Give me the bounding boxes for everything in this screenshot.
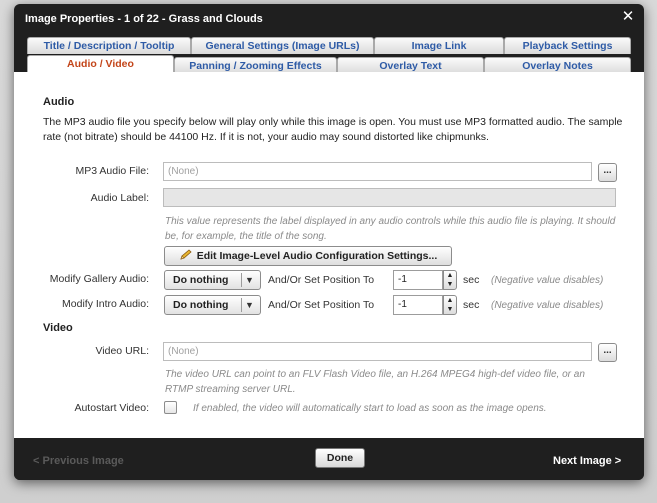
tab-label: Panning / Zooming Effects bbox=[189, 60, 322, 72]
autostart-video-checkbox[interactable] bbox=[164, 401, 177, 414]
video-url-label: Video URL: bbox=[95, 345, 149, 357]
edit-audio-config-label: Edit Image-Level Audio Configuration Set… bbox=[196, 250, 438, 262]
tab-label: Audio / Video bbox=[67, 58, 134, 70]
done-button[interactable]: Done bbox=[315, 448, 365, 468]
select-separator bbox=[241, 273, 242, 287]
arrow-up-icon[interactable]: ▲ bbox=[444, 271, 456, 280]
tab-label: General Settings (Image URLs) bbox=[205, 40, 360, 52]
chevron-down-icon: ▼ bbox=[245, 275, 254, 285]
gallery-audio-selected: Do nothing bbox=[173, 274, 229, 286]
gallery-audio-select[interactable]: Do nothing ▼ bbox=[164, 270, 261, 290]
arrow-up-icon[interactable]: ▲ bbox=[444, 296, 456, 305]
video-heading: Video bbox=[43, 322, 73, 334]
chevron-down-icon: ▼ bbox=[245, 300, 254, 310]
tab-image-link[interactable]: Image Link bbox=[374, 37, 504, 54]
pencil-icon bbox=[180, 249, 192, 260]
intro-audio-selected: Do nothing bbox=[173, 299, 229, 311]
arrow-down-icon[interactable]: ▼ bbox=[444, 280, 456, 289]
title-bar: Image Properties - 1 of 22 - Grass and C… bbox=[14, 4, 644, 32]
arrow-down-icon[interactable]: ▼ bbox=[444, 305, 456, 314]
video-url-input[interactable]: (None) bbox=[163, 342, 592, 361]
gallery-position-hint: (Negative value disables) bbox=[491, 275, 604, 286]
gallery-sec-label: sec bbox=[463, 274, 480, 286]
intro-position-stepper[interactable]: -1 ▲ ▼ bbox=[393, 295, 457, 315]
mp3-audio-file-label: MP3 Audio File: bbox=[75, 165, 149, 177]
intro-position-input[interactable]: -1 bbox=[393, 295, 443, 315]
close-icon[interactable]: ✕ bbox=[620, 9, 636, 25]
tab-title-description[interactable]: Title / Description / Tooltip bbox=[27, 37, 191, 54]
modify-gallery-audio-label: Modify Gallery Audio: bbox=[49, 273, 149, 285]
audio-label-label: Audio Label: bbox=[90, 192, 149, 204]
mp3-audio-file-input[interactable]: (None) bbox=[163, 162, 592, 181]
autostart-video-label: Autostart Video: bbox=[74, 402, 149, 414]
audio-label-input[interactable] bbox=[163, 188, 616, 207]
next-image-link[interactable]: Next Image > bbox=[553, 455, 621, 467]
edit-audio-config-button[interactable]: Edit Image-Level Audio Configuration Set… bbox=[164, 246, 452, 266]
intro-position-label: And/Or Set Position To bbox=[268, 299, 375, 311]
gallery-position-input[interactable]: -1 bbox=[393, 270, 443, 290]
audio-description: The MP3 audio file you specify below wil… bbox=[43, 116, 623, 143]
audio-label-hint: This value represents the label displaye… bbox=[165, 216, 616, 242]
mp3-browse-button[interactable]: ... bbox=[598, 163, 617, 182]
video-url-hint: The video URL can point to an FLV Flash … bbox=[165, 369, 585, 395]
dialog-title: Image Properties - 1 of 22 - Grass and C… bbox=[25, 13, 263, 25]
tab-label: Image Link bbox=[411, 40, 467, 52]
tab-label: Playback Settings bbox=[522, 40, 613, 52]
intro-position-hint: (Negative value disables) bbox=[491, 300, 604, 311]
previous-image-link[interactable]: < Previous Image bbox=[33, 455, 124, 467]
audio-heading: Audio bbox=[43, 96, 75, 108]
tab-label: Overlay Text bbox=[379, 60, 442, 72]
stepper-arrows[interactable]: ▲ ▼ bbox=[443, 270, 457, 290]
autostart-video-hint: If enabled, the video will automatically… bbox=[193, 403, 547, 414]
intro-audio-select[interactable]: Do nothing ▼ bbox=[164, 295, 261, 315]
intro-sec-label: sec bbox=[463, 299, 480, 311]
video-browse-button[interactable]: ... bbox=[598, 343, 617, 362]
tab-label: Title / Description / Tooltip bbox=[43, 40, 175, 52]
dialog-footer: < Previous Image Done Next Image > bbox=[14, 438, 644, 480]
tab-general-settings[interactable]: General Settings (Image URLs) bbox=[191, 37, 374, 54]
gallery-position-stepper[interactable]: -1 ▲ ▼ bbox=[393, 270, 457, 290]
video-url-placeholder: (None) bbox=[168, 346, 199, 357]
mp3-placeholder: (None) bbox=[168, 166, 199, 177]
select-separator bbox=[241, 298, 242, 312]
modify-intro-audio-label: Modify Intro Audio: bbox=[62, 298, 149, 310]
tab-label: Overlay Notes bbox=[522, 60, 593, 72]
gallery-position-label: And/Or Set Position To bbox=[268, 274, 375, 286]
tab-playback-settings[interactable]: Playback Settings bbox=[504, 37, 631, 54]
stepper-arrows[interactable]: ▲ ▼ bbox=[443, 295, 457, 315]
